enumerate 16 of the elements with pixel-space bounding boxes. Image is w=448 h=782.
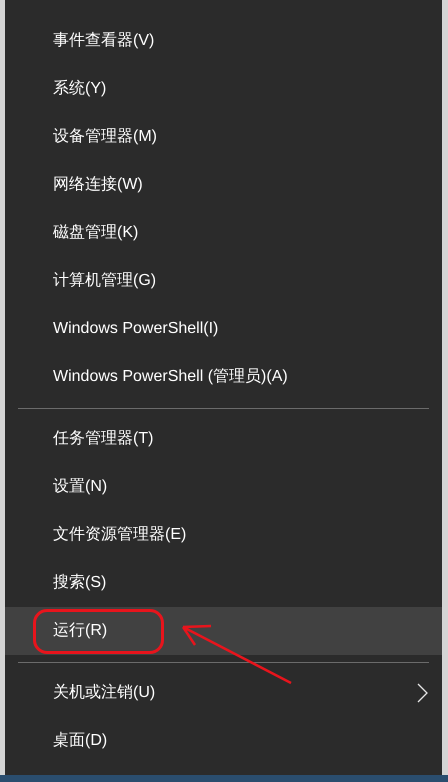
menu-item[interactable]: Windows PowerShell(I): [5, 305, 442, 353]
menu-item[interactable]: Windows PowerShell (管理员)(A): [5, 353, 442, 401]
menu-item[interactable]: 关机或注销(U): [5, 669, 442, 717]
menu-item[interactable]: 计算机管理(G): [5, 257, 442, 305]
menu-item[interactable]: 网络连接(W): [5, 161, 442, 209]
menu-item[interactable]: 桌面(D): [5, 717, 442, 765]
menu-item[interactable]: 运行(R): [5, 607, 442, 655]
menu-item[interactable]: 设置(N): [5, 463, 442, 511]
menu-item[interactable]: 文件资源管理器(E): [5, 511, 442, 559]
menu-item[interactable]: 任务管理器(T): [5, 415, 442, 463]
menu-item[interactable]: 事件查看器(V): [5, 17, 442, 65]
menu-item[interactable]: 系统(Y): [5, 65, 442, 113]
menu-item[interactable]: 磁盘管理(K): [5, 209, 442, 257]
menu-item[interactable]: 搜索(S): [5, 559, 442, 607]
chevron-right-icon: [417, 683, 428, 703]
menu-item[interactable]: 设备管理器(M): [5, 113, 442, 161]
